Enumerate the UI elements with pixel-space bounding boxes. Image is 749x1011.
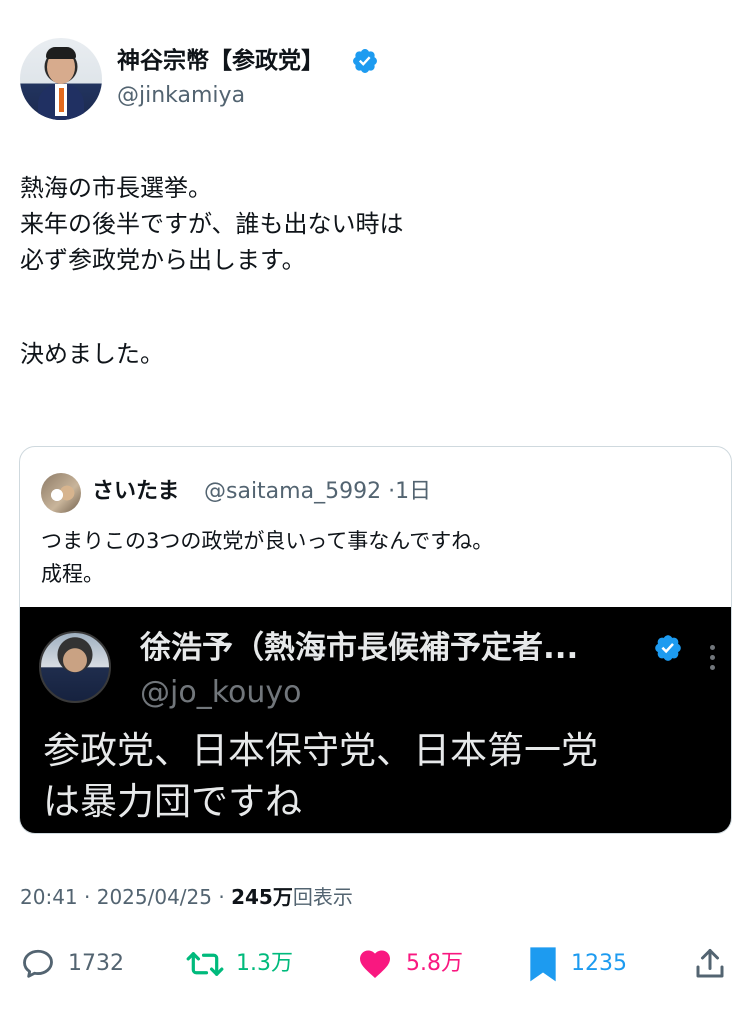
more-icon [710,645,716,673]
like-count: 5.8万 [406,951,463,976]
quoted-time: 1日 [395,479,432,504]
screenshot-verified-badge-icon [655,635,681,661]
screenshot-author-name: 徐浩予（熱海市長候補予定者... [140,630,579,666]
share-button[interactable] [692,940,728,988]
quoted-author-meta: @saitama_5992 ·1日 [204,477,431,507]
heart-icon [360,950,390,978]
quoted-author-avatar [41,473,81,513]
author-handle[interactable]: @jinkamiya [117,82,245,110]
like-button[interactable]: 5.8万 [356,940,463,988]
retweet-icon [186,952,224,976]
screenshot-text-line: 参政党、日本保守党、日本第一党 [43,729,598,772]
author-avatar[interactable] [20,38,102,120]
tweet-line: 熱海の市長選挙。 [20,174,212,202]
quoted-text-line: つまりこの3つの政党が良いって事なんですね。 [41,529,494,553]
reply-button[interactable]: 1732 [20,940,124,988]
screenshot-text-line: は暴力団ですね [43,780,302,823]
bookmark-icon [530,947,556,982]
tweet-line: 来年の後半ですが、誰も出ない時は [20,210,404,238]
meta-sep: · [84,885,91,909]
tweet-line: 必ず参政党から出します。 [20,246,306,274]
tweet-date: 2025/04/25 [96,885,212,909]
bookmark-button[interactable]: 1235 [527,940,627,988]
meta-sep: · [218,885,225,909]
screenshot-avatar [39,631,111,703]
tweet-timestamp[interactable]: 20:41 · 2025/04/25 · 245万回表示 [20,882,353,912]
quoted-text: つまりこの3つの政党が良いって事なんですね。 成程。 [41,525,721,591]
tweet-header: 神谷宗幣【参政党】 @jinkamiya [20,38,729,122]
quoted-author-handle: @saitama_5992 [204,479,382,504]
screenshot-text: 参政党、日本保守党、日本第一党 は暴力団ですね [43,725,731,827]
tweet-line: 決めました。 [20,340,164,368]
tweet-time: 20:41 [20,885,78,909]
tweet-text: 熱海の市長選挙。 来年の後半ですが、誰も出ない時は 必ず参政党から出します。 決… [20,170,720,372]
retweet-button[interactable]: 1.3万 [186,940,293,988]
reply-count: 1732 [68,951,124,976]
quoted-author-name: さいたま [92,479,180,504]
screenshot-author-handle: @jo_kouyo [140,675,302,710]
view-label: 回表示 [292,885,353,909]
view-count: 245万 [231,885,293,909]
action-bar: 1732 1.3万 5.8万 1235 [0,940,749,988]
reply-icon [23,949,53,978]
author-display-name[interactable]: 神谷宗幣【参政党】 [117,46,324,76]
bookmark-count: 1235 [571,951,627,976]
verified-badge-icon [353,49,377,73]
quoted-screenshot-image[interactable]: 徐浩予（熱海市長候補予定者... @jo_kouyo 参政党、日本保守党、日本第… [20,607,731,833]
share-icon [696,949,724,978]
retweet-count: 1.3万 [236,951,293,976]
quoted-tweet[interactable]: さいたま @saitama_5992 ·1日 つまりこの3つの政党が良いって事な… [19,446,732,834]
quoted-text-line: 成程。 [41,562,104,586]
